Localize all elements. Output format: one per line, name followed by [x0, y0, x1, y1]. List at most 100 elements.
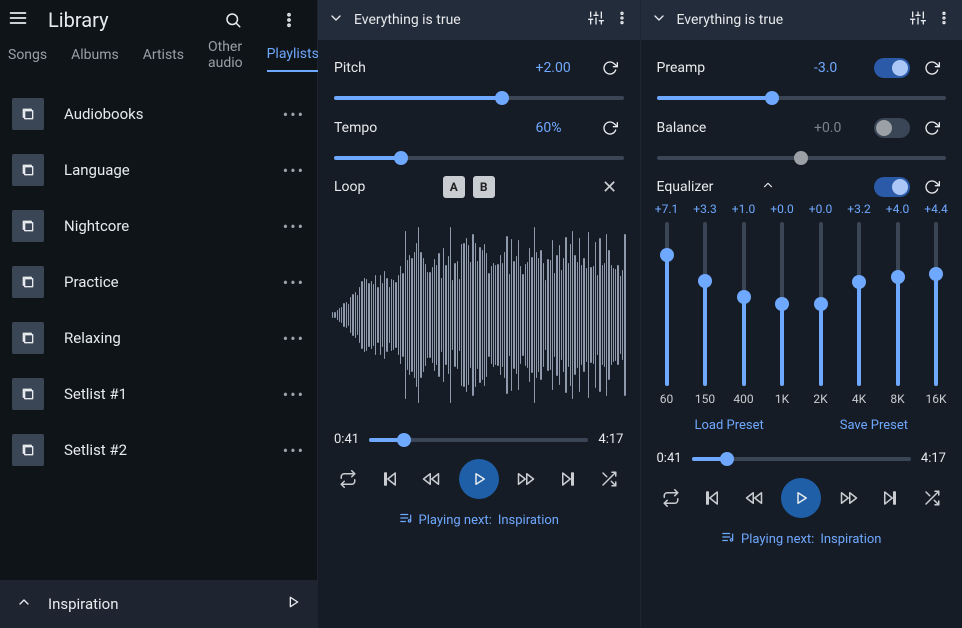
more-vertical-icon[interactable] [936, 10, 952, 30]
balance-value: +0.0 [814, 120, 874, 136]
playing-next-right[interactable]: Playing next: Inspiration [641, 518, 962, 548]
time-total: 4:17 [598, 432, 623, 447]
playlist-item[interactable]: Setlist #2 ••• [0, 422, 317, 478]
eq-band-freq: 1K [770, 392, 794, 406]
playlist-stack-icon [12, 210, 44, 242]
eq-band-slider[interactable] [847, 222, 871, 386]
pitch-value: +2.00 [536, 60, 596, 76]
play-button[interactable] [781, 478, 821, 518]
more-vertical-icon[interactable] [269, 0, 309, 40]
queue-music-icon [399, 511, 413, 529]
hamburger-icon[interactable] [8, 8, 32, 32]
eq-band-slider[interactable] [770, 222, 794, 386]
repeat-icon[interactable] [657, 484, 685, 512]
playlist-item[interactable]: Audiobooks ••• [0, 86, 317, 142]
tab-artists[interactable]: Artists [143, 47, 184, 71]
tab-albums[interactable]: Albums [71, 47, 119, 71]
playlist-item[interactable]: Setlist #1 ••• [0, 366, 317, 422]
more-horizontal-icon[interactable]: ••• [283, 105, 305, 124]
eq-band-slider[interactable] [886, 222, 910, 386]
shuffle-icon[interactable] [918, 484, 946, 512]
playlist-item[interactable]: Practice ••• [0, 254, 317, 310]
tab-other-audio[interactable]: Other audio [208, 39, 243, 79]
sliders-icon[interactable] [910, 10, 926, 30]
more-horizontal-icon[interactable]: ••• [283, 329, 305, 348]
repeat-icon[interactable] [334, 465, 362, 493]
search-icon[interactable] [213, 0, 253, 40]
play-small-icon[interactable] [285, 594, 301, 614]
playlist-item[interactable]: Nightcore ••• [0, 198, 317, 254]
tempo-slider[interactable] [334, 156, 624, 160]
playlist-item[interactable]: Relaxing ••• [0, 310, 317, 366]
page-title: Library [48, 8, 197, 32]
skip-back-icon[interactable] [376, 465, 404, 493]
sidebar-now-playing[interactable]: Inspiration [0, 580, 317, 628]
loop-b-button[interactable]: B [473, 176, 495, 198]
tempo-control: Tempo 60% [318, 100, 640, 160]
shuffle-icon[interactable] [595, 465, 623, 493]
preamp-toggle[interactable] [874, 58, 910, 78]
reset-icon[interactable] [918, 60, 946, 76]
skip-forward-icon[interactable] [554, 465, 582, 493]
preamp-value: -3.0 [814, 60, 874, 76]
eq-band-freq: 8K [886, 392, 910, 406]
close-icon[interactable]: ✕ [596, 177, 624, 198]
chevron-down-icon[interactable] [328, 10, 344, 30]
seek-slider[interactable] [369, 438, 588, 442]
eq-band-slider[interactable] [809, 222, 833, 386]
eq-band-slider[interactable] [655, 222, 679, 386]
skip-forward-icon[interactable] [876, 484, 904, 512]
chevron-up-icon[interactable] [761, 178, 775, 196]
tab-playlists[interactable]: Playlists [267, 46, 319, 72]
preamp-slider[interactable] [657, 96, 947, 100]
more-vertical-icon[interactable] [614, 10, 630, 30]
equalizer-toggle[interactable] [874, 177, 910, 197]
reset-icon[interactable] [596, 60, 624, 76]
panels: Everything is true Pitch +2.00 Tempo 60%… [318, 0, 962, 628]
chevron-down-icon[interactable] [651, 10, 667, 30]
playlist-list: Audiobooks ••• Language ••• Nightcore ••… [0, 78, 317, 580]
sliders-icon[interactable] [588, 10, 604, 30]
more-horizontal-icon[interactable]: ••• [283, 273, 305, 292]
rewind-icon[interactable] [740, 484, 768, 512]
reset-icon[interactable] [596, 120, 624, 136]
preamp-control: Preamp -3.0 [641, 40, 962, 100]
fast-forward-icon[interactable] [835, 484, 863, 512]
panel-left: Everything is true Pitch +2.00 Tempo 60%… [318, 0, 641, 628]
playlist-stack-icon [12, 434, 44, 466]
load-preset-button[interactable]: Load Preset [694, 418, 763, 433]
more-horizontal-icon[interactable]: ••• [283, 385, 305, 404]
tab-songs[interactable]: Songs [8, 47, 47, 71]
save-preset-button[interactable]: Save Preset [840, 418, 908, 433]
pitch-label: Pitch [334, 60, 536, 76]
eq-band-slider[interactable] [924, 222, 948, 386]
eq-band-value: +4.4 [924, 202, 948, 216]
fast-forward-icon[interactable] [512, 465, 540, 493]
playlist-item[interactable]: Language ••• [0, 142, 317, 198]
waveform-display[interactable] [332, 216, 626, 414]
chevron-up-icon[interactable] [16, 594, 32, 614]
panel-left-header: Everything is true [318, 0, 640, 40]
eq-band-value: +1.0 [732, 202, 756, 216]
reset-icon[interactable] [918, 179, 946, 195]
playlist-stack-icon [12, 98, 44, 130]
time-current: 0:41 [657, 451, 682, 466]
loop-a-button[interactable]: A [443, 176, 465, 198]
eq-slider-row [641, 216, 962, 386]
seek-slider[interactable] [692, 457, 911, 461]
balance-slider[interactable] [657, 156, 947, 160]
playing-next-left[interactable]: Playing next: Inspiration [318, 499, 640, 529]
loop-label: Loop [334, 179, 435, 195]
pitch-slider[interactable] [334, 96, 624, 100]
reset-icon[interactable] [918, 120, 946, 136]
eq-band-slider[interactable] [732, 222, 756, 386]
more-horizontal-icon[interactable]: ••• [283, 161, 305, 180]
eq-band-freq: 4K [847, 392, 871, 406]
eq-band-slider[interactable] [693, 222, 717, 386]
rewind-icon[interactable] [417, 465, 445, 493]
skip-back-icon[interactable] [698, 484, 726, 512]
more-horizontal-icon[interactable]: ••• [283, 217, 305, 236]
play-button[interactable] [459, 459, 499, 499]
more-horizontal-icon[interactable]: ••• [283, 441, 305, 460]
balance-toggle[interactable] [874, 118, 910, 138]
